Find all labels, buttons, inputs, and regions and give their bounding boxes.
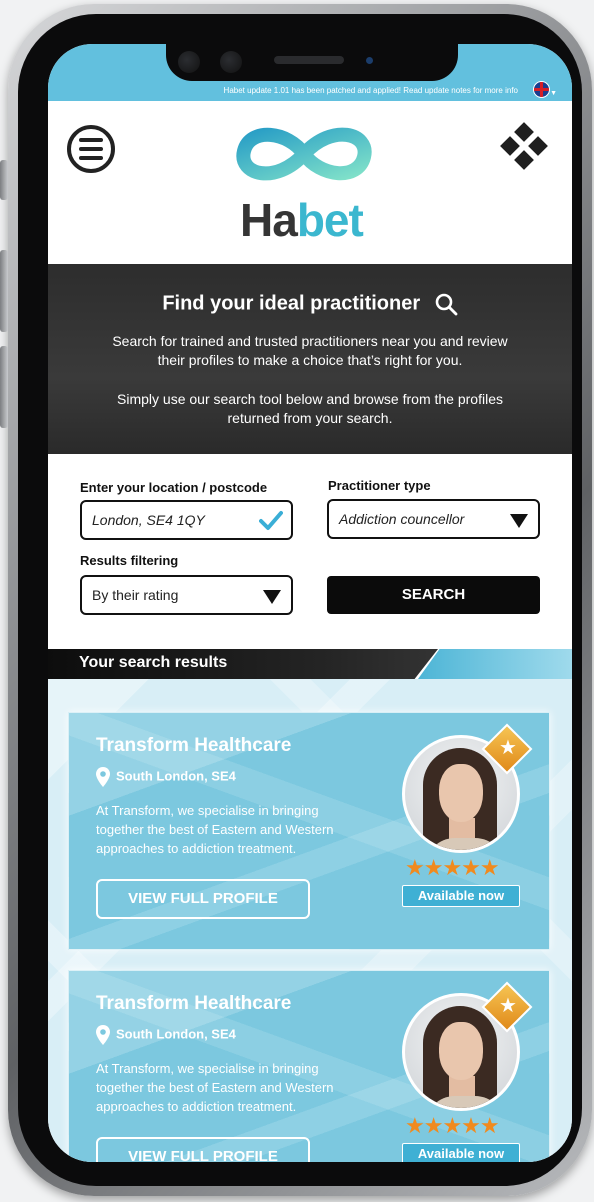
- camera-icon: [178, 51, 200, 73]
- practitioner-name[interactable]: Transform Healthcare: [96, 993, 291, 1015]
- map-pin-icon: [96, 1025, 110, 1045]
- diamond-grid-icon[interactable]: [498, 121, 550, 173]
- chevron-down-icon[interactable]: ▼: [550, 90, 557, 97]
- results-filter-label: Results filtering: [80, 553, 179, 568]
- view-profile-button[interactable]: VIEW FULL PROFILE: [96, 1137, 310, 1162]
- results-heading: Your search results: [79, 654, 228, 671]
- availability-badge: Available now: [402, 1143, 520, 1162]
- hamburger-menu-icon[interactable]: [67, 125, 115, 173]
- phone-volume-up: [0, 250, 8, 332]
- search-button[interactable]: SEARCH: [327, 576, 540, 614]
- dropdown-arrow-icon: [263, 590, 281, 604]
- location-label: Enter your location / postcode: [80, 480, 268, 495]
- practitioner-location: South London, SE4: [96, 1025, 236, 1045]
- practitioner-type-select[interactable]: Addiction councellor: [327, 499, 540, 539]
- star-badge-icon: ★: [499, 995, 517, 1017]
- availability-badge: Available now: [402, 885, 520, 907]
- check-icon: [259, 511, 283, 530]
- hero-section: Find your ideal practitioner Search for …: [48, 264, 572, 454]
- rating-stars: ★★★★★: [405, 855, 500, 880]
- practitioner-type-label: Practitioner type: [328, 478, 431, 493]
- front-lens: [366, 57, 373, 64]
- app-header: Habet: [48, 101, 572, 264]
- practitioner-description: At Transform, we specialise in bringing …: [96, 1061, 334, 1114]
- results-list: Transform Healthcare South London, SE4 A…: [48, 679, 572, 1162]
- dropdown-arrow-icon: [510, 514, 528, 528]
- result-card: Transform Healthcare South London, SE4 A…: [68, 712, 550, 950]
- view-profile-button[interactable]: VIEW FULL PROFILE: [96, 879, 310, 919]
- results-filter-select[interactable]: By their rating: [80, 575, 293, 615]
- results-banner: Your search results: [48, 649, 572, 679]
- hero-instructions-text: Simply use our search tool below and bro…: [117, 391, 503, 426]
- speaker-grille: [274, 56, 344, 64]
- update-message[interactable]: Habet update 1.01 has been patched and a…: [224, 86, 518, 95]
- search-icon[interactable]: [434, 292, 458, 316]
- hero-intro-text: Search for trained and trusted practitio…: [112, 333, 508, 368]
- practitioner-description: At Transform, we specialise in bringing …: [96, 803, 334, 856]
- phone-screen: Habet update 1.01 has been patched and a…: [48, 44, 572, 1162]
- hero-title: Find your ideal practitioner: [48, 292, 572, 316]
- location-input[interactable]: London, SE4 1QY: [80, 500, 293, 540]
- practitioner-location: South London, SE4: [96, 767, 236, 787]
- sensor-icon: [220, 51, 242, 73]
- phone-volume-down: [0, 346, 8, 428]
- uk-flag-icon[interactable]: [533, 81, 550, 98]
- phone-side-button: [0, 160, 8, 200]
- practitioner-name[interactable]: Transform Healthcare: [96, 735, 291, 757]
- search-form: Enter your location / postcode London, S…: [48, 454, 572, 649]
- brand-logo-text: Habet: [240, 194, 364, 246]
- star-badge-icon: ★: [499, 737, 517, 759]
- result-card: Transform Healthcare South London, SE4 A…: [68, 970, 550, 1162]
- location-value: London, SE4 1QY: [92, 512, 205, 528]
- notch: [166, 44, 458, 81]
- rating-stars: ★★★★★: [405, 1113, 500, 1138]
- results-filter-value: By their rating: [92, 587, 179, 603]
- map-pin-icon: [96, 767, 110, 787]
- infinity-logo-icon: [236, 127, 372, 181]
- practitioner-type-value: Addiction councellor: [339, 511, 465, 527]
